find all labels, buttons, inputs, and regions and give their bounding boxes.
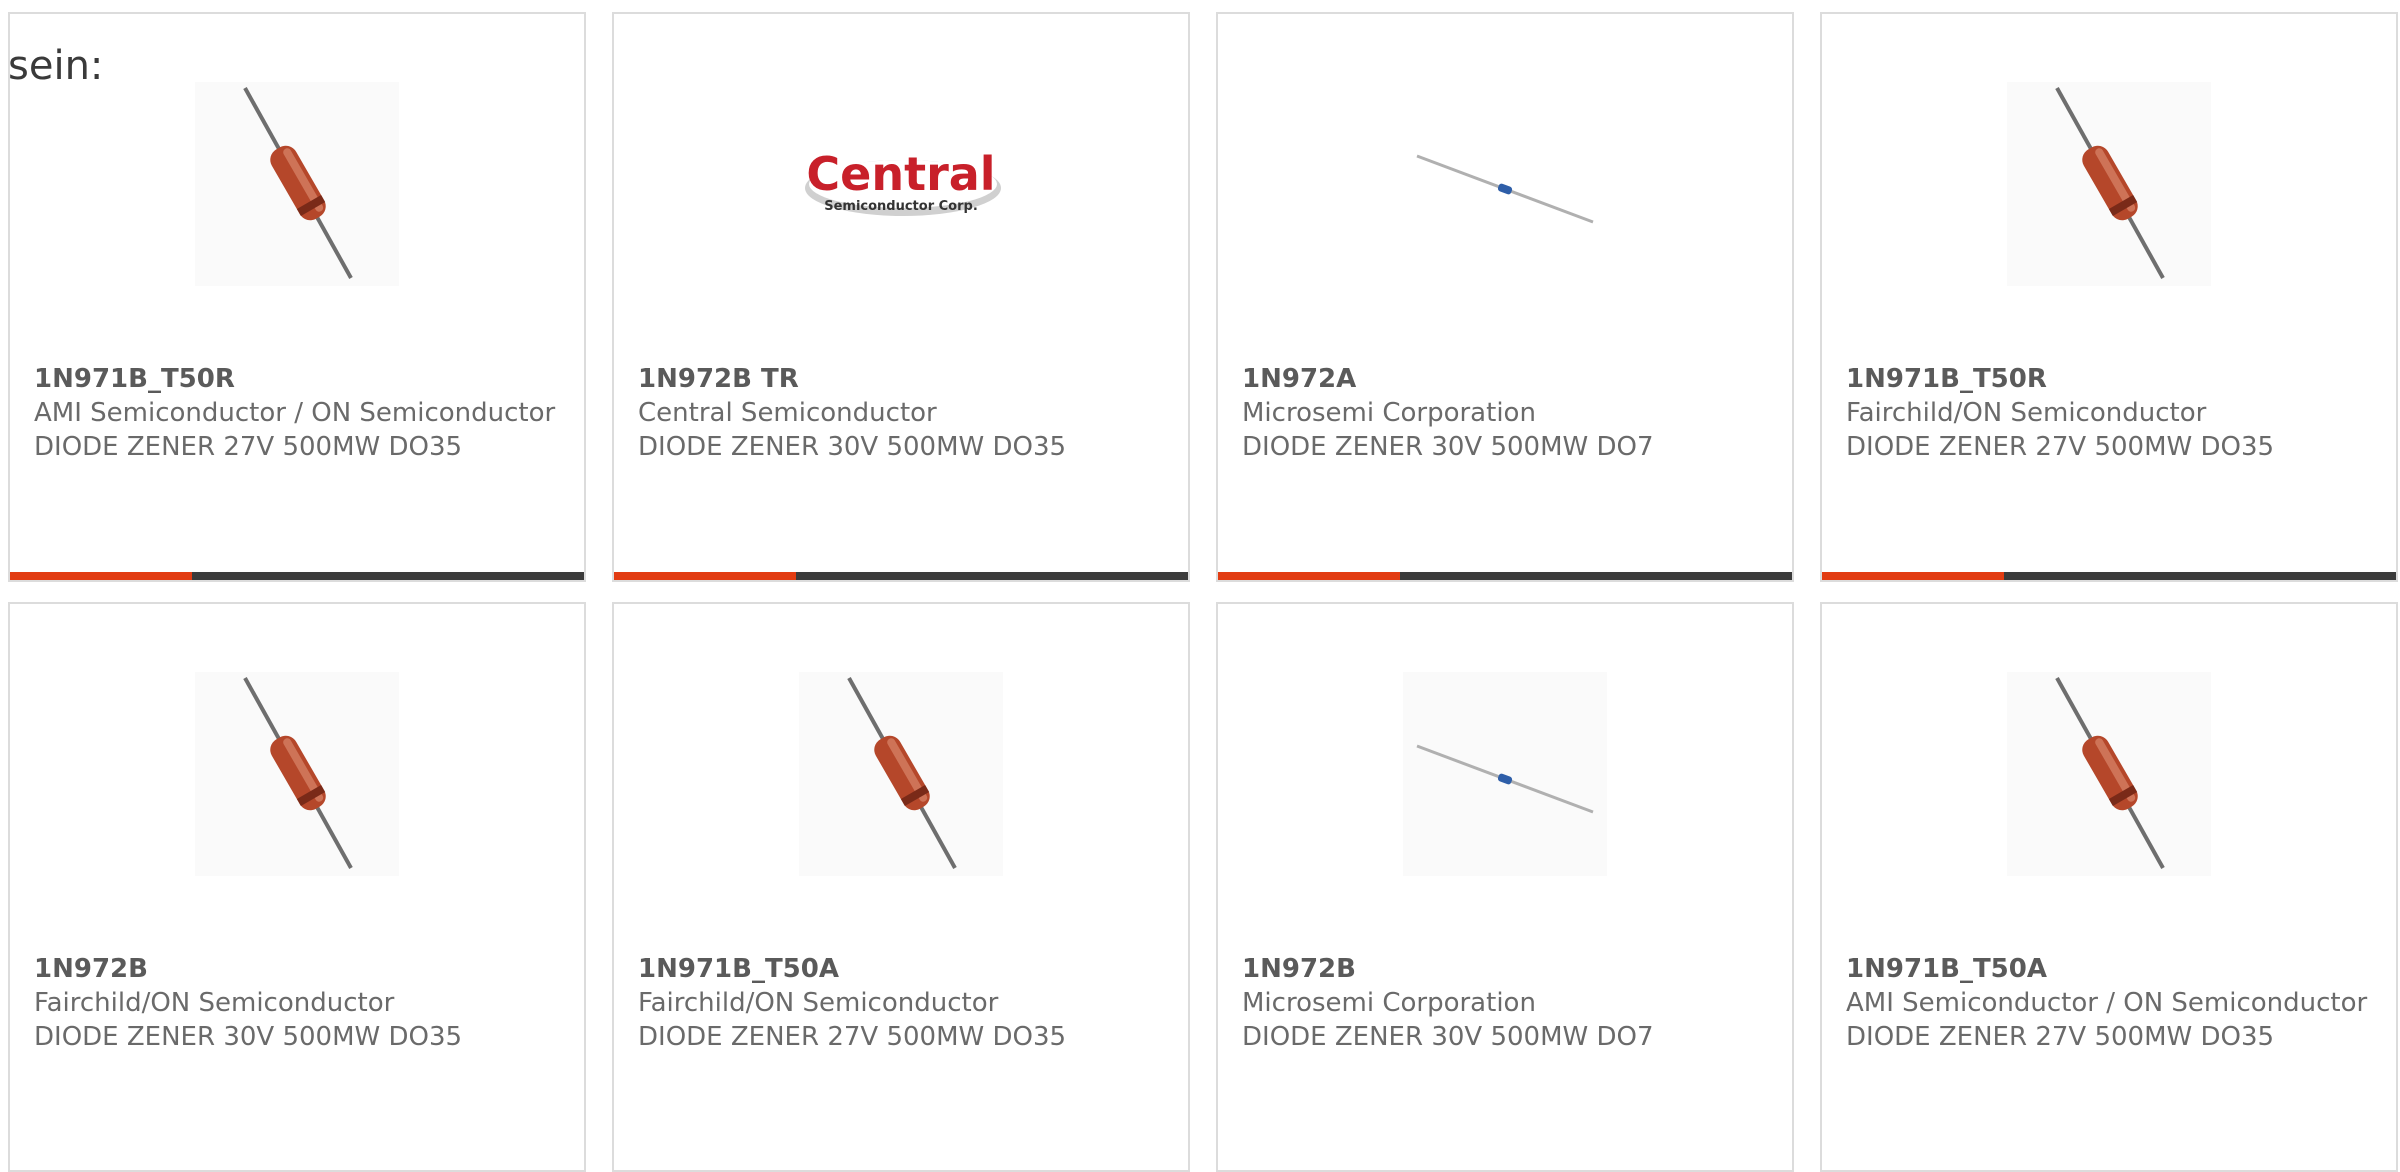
- diode-do35-icon: [2055, 87, 2165, 279]
- manufacturer: Central Semiconductor: [638, 398, 937, 428]
- manufacturer: AMI Semiconductor / ON Semiconductor: [1846, 988, 2368, 1018]
- manufacturer: Fairchild/ON Semiconductor: [34, 988, 395, 1018]
- product-card[interactable]: 1N971B_T50R AMI Semiconductor / ON Semic…: [8, 12, 586, 582]
- product-image[interactable]: [195, 672, 399, 876]
- part-number[interactable]: 1N971B_T50A: [1846, 952, 2376, 986]
- product-card[interactable]: 1N972B Microsemi Corporation DIODE ZENER…: [1216, 602, 1794, 1172]
- product-image[interactable]: [2007, 672, 2211, 876]
- product-card[interactable]: 1N972A Microsemi Corporation DIODE ZENER…: [1216, 12, 1794, 582]
- part-number[interactable]: 1N972B: [34, 952, 564, 986]
- part-number[interactable]: 1N971B_T50R: [34, 362, 564, 396]
- product-image[interactable]: [1403, 672, 1607, 876]
- product-image[interactable]: Central Semiconductor Corp.: [791, 82, 1011, 286]
- card-bar-accent: [1218, 572, 1400, 580]
- product-image[interactable]: [195, 82, 399, 286]
- description: DIODE ZENER 30V 500MW DO35: [638, 432, 1067, 462]
- manufacturer: Microsemi Corporation: [1242, 398, 1536, 428]
- diode-do7-icon: [1416, 744, 1594, 814]
- product-card[interactable]: 1N971B_T50A Fairchild/ON Semiconductor D…: [612, 602, 1190, 1172]
- part-number[interactable]: 1N972B TR: [638, 362, 1168, 396]
- product-card[interactable]: 1N972B Fairchild/ON Semiconductor DIODE …: [8, 602, 586, 1172]
- part-number[interactable]: 1N971B_T50A: [638, 952, 1168, 986]
- card-bar-accent: [614, 572, 796, 580]
- description: DIODE ZENER 27V 500MW DO35: [1846, 1022, 2275, 1052]
- product-card[interactable]: 1N971B_T50A AMI Semiconductor / ON Semic…: [1820, 602, 2398, 1172]
- card-bar-accent: [1822, 572, 2004, 580]
- manufacturer: Fairchild/ON Semiconductor: [638, 988, 999, 1018]
- card-bar: [10, 572, 584, 580]
- logo-subtext: Semiconductor Corp.: [824, 199, 978, 214]
- card-bar: [1218, 572, 1792, 580]
- diode-do35-icon: [847, 677, 957, 869]
- product-card[interactable]: 1N971B_T50R Fairchild/ON Semiconductor D…: [1820, 12, 2398, 582]
- product-card[interactable]: Central Semiconductor Corp. 1N972B TR Ce…: [612, 12, 1190, 582]
- part-number[interactable]: 1N972A: [1242, 362, 1772, 396]
- description: DIODE ZENER 27V 500MW DO35: [638, 1022, 1067, 1052]
- product-image[interactable]: [799, 672, 1003, 876]
- part-number[interactable]: 1N971B_T50R: [1846, 362, 2376, 396]
- description: DIODE ZENER 30V 500MW DO7: [1242, 432, 1654, 462]
- card-bar: [1822, 572, 2396, 580]
- description: DIODE ZENER 27V 500MW DO35: [1846, 432, 2275, 462]
- description: DIODE ZENER 30V 500MW DO7: [1242, 1022, 1654, 1052]
- diode-do7-icon: [1416, 154, 1594, 224]
- description: DIODE ZENER 30V 500MW DO35: [34, 1022, 463, 1052]
- card-bar: [614, 572, 1188, 580]
- product-image[interactable]: [1403, 82, 1607, 286]
- description: DIODE ZENER 27V 500MW DO35: [34, 432, 463, 462]
- diode-do35-icon: [2055, 677, 2165, 869]
- manufacturer: Fairchild/ON Semiconductor: [1846, 398, 2207, 428]
- card-bar-accent: [10, 572, 192, 580]
- manufacturer: Microsemi Corporation: [1242, 988, 1536, 1018]
- diode-do35-icon: [243, 677, 353, 869]
- intro-text: sein:: [8, 43, 104, 89]
- product-image[interactable]: [2007, 82, 2211, 286]
- manufacturer: AMI Semiconductor / ON Semiconductor: [34, 398, 556, 428]
- part-number[interactable]: 1N972B: [1242, 952, 1772, 986]
- central-semiconductor-logo: Central Semiconductor Corp.: [805, 147, 1001, 216]
- diode-do35-icon: [243, 87, 353, 279]
- logo-text: Central: [806, 147, 995, 201]
